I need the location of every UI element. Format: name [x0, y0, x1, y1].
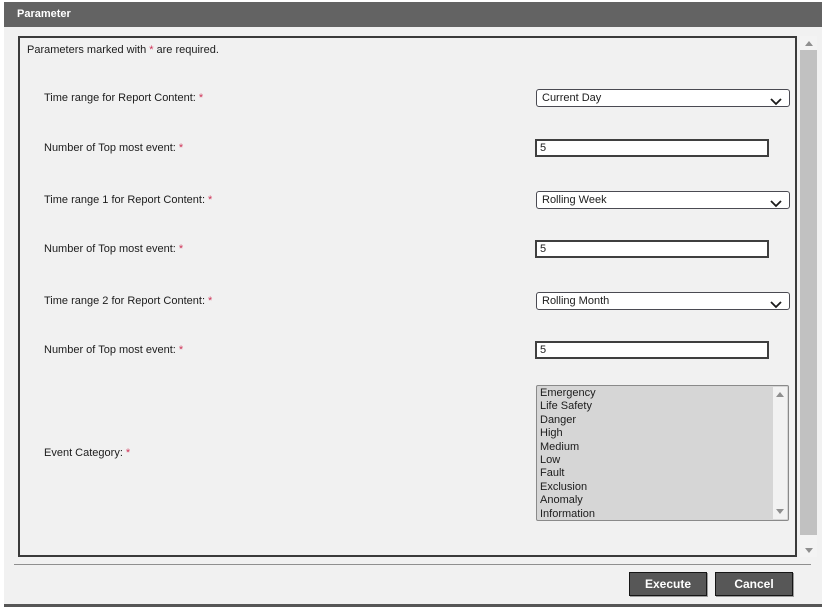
required-asterisk: *: [199, 92, 203, 104]
select-value: Current Day: [542, 92, 601, 104]
listbox-option[interactable]: Information: [537, 508, 773, 521]
listbox-option[interactable]: Exclusion: [537, 481, 773, 494]
field-label-top-events-1: Number of Top most event:*: [44, 139, 514, 157]
time-range-2-select[interactable]: Rolling Month: [536, 292, 790, 310]
chevron-down-icon: [770, 298, 782, 314]
listbox-option[interactable]: High: [537, 427, 773, 440]
dialog-title: Parameter: [4, 2, 822, 27]
required-asterisk: *: [208, 194, 212, 206]
listbox-option[interactable]: Low: [537, 454, 773, 467]
scroll-up-icon[interactable]: [776, 392, 784, 397]
screen: Parameter Parameters marked with*are req…: [0, 0, 828, 613]
time-range-1-select[interactable]: Rolling Week: [536, 191, 790, 209]
listbox-option[interactable]: Danger: [537, 414, 773, 427]
required-asterisk: *: [179, 243, 183, 255]
required-asterisk: *: [179, 344, 183, 356]
cancel-button[interactable]: Cancel: [715, 572, 793, 596]
scrollbar-thumb[interactable]: [800, 50, 817, 535]
scroll-down-icon[interactable]: [776, 509, 784, 514]
required-note-prefix: Parameters marked with: [27, 44, 146, 56]
field-label-event-category: Event Category:*: [44, 385, 514, 521]
listbox-option[interactable]: Medium: [537, 441, 773, 454]
field-label-time-range: Time range for Report Content:*: [44, 89, 514, 107]
field-label-time-range-1: Time range 1 for Report Content:*: [44, 191, 514, 209]
required-asterisk: *: [149, 44, 153, 56]
panel-scrollbar[interactable]: [800, 36, 817, 557]
select-value: Rolling Week: [542, 194, 607, 206]
required-asterisk: *: [179, 142, 183, 154]
event-category-listbox[interactable]: EmergencyLife SafetyDangerHighMediumLowF…: [536, 385, 789, 521]
listbox-option[interactable]: Anomaly: [537, 494, 773, 507]
top-events-input-1[interactable]: [535, 139, 769, 157]
listbox-option[interactable]: Life Safety: [537, 400, 773, 413]
required-note-suffix: are required.: [157, 44, 219, 56]
top-events-input-3[interactable]: [535, 341, 769, 359]
field-label-time-range-2: Time range 2 for Report Content:*: [44, 292, 514, 310]
required-note: Parameters marked with* are required.: [27, 44, 219, 56]
time-range-select[interactable]: Current Day: [536, 89, 790, 107]
footer-divider: [14, 564, 811, 565]
listbox-scrollbar[interactable]: [773, 387, 787, 519]
field-label-top-events-3: Number of Top most event:*: [44, 341, 514, 359]
required-asterisk: *: [126, 447, 130, 459]
required-asterisk: *: [208, 295, 212, 307]
chevron-down-icon: [770, 197, 782, 213]
listbox-option[interactable]: Emergency: [537, 387, 773, 400]
field-label-top-events-2: Number of Top most event:*: [44, 240, 514, 258]
listbox-option[interactable]: Fault: [537, 467, 773, 480]
listbox-options: EmergencyLife SafetyDangerHighMediumLowF…: [537, 387, 773, 519]
top-events-input-2[interactable]: [535, 240, 769, 258]
select-value: Rolling Month: [542, 295, 609, 307]
scroll-down-icon[interactable]: [800, 543, 817, 557]
chevron-down-icon: [770, 95, 782, 111]
parameter-dialog: Parameter Parameters marked with*are req…: [4, 2, 822, 607]
parameter-panel: Parameters marked with*are required. Tim…: [18, 36, 797, 557]
execute-button[interactable]: Execute: [629, 572, 707, 596]
scroll-up-icon[interactable]: [800, 36, 817, 50]
